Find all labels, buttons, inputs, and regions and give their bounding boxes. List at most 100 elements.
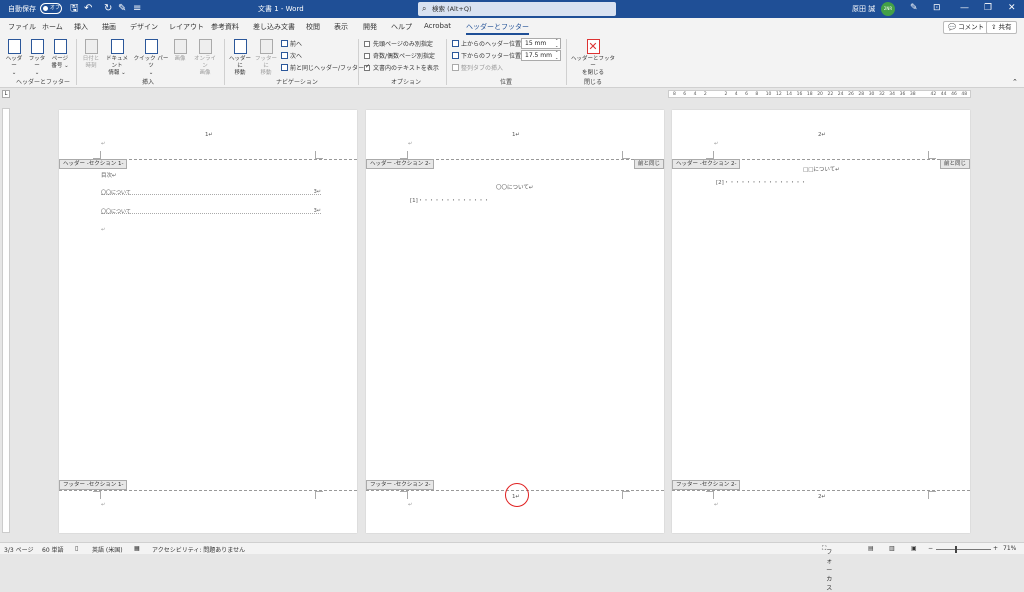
page-1[interactable]: ヘッダー -セクション 1- フッター -セクション 1- 1↵ ↵ ↵ 目次↵ 〇〇につい… [59, 110, 357, 533]
close-header-footer-button[interactable]: ✕ ヘッダーとフッター を閉じる [570, 39, 616, 77]
insert-align-tab-button[interactable]: 整列タブの挿入 [452, 63, 503, 72]
tab-header-footer[interactable]: ヘッダーとフッター [466, 22, 529, 35]
section-heading[interactable]: □□について↵ [803, 165, 840, 173]
quick-parts-button[interactable]: クイック パーツ ⌄ [132, 39, 170, 77]
page-3[interactable]: ヘッダー -セクション 2- フッター -セクション 2- 前と同じ 2↵ ↵ 2↵ ↵ □□… [672, 110, 970, 533]
footer-page-number[interactable]: 2↵ [818, 494, 826, 500]
focus-button[interactable]: ⛶ フォーカス [822, 545, 832, 592]
macro-icon[interactable]: ▦ [134, 545, 140, 552]
ruler-tick: 8 [673, 92, 676, 97]
read-mode-icon[interactable]: ▤ [868, 545, 874, 552]
link-previous-icon [281, 64, 288, 71]
customize-icon[interactable]: ≡ [133, 2, 141, 15]
tab-draw[interactable]: 描画 [102, 22, 116, 32]
link-previous-button[interactable]: 前と同じヘッダー/フッター [281, 63, 364, 72]
body-item[interactable]: [1]・・・・・・・・・・・・・ [410, 196, 489, 204]
web-layout-icon[interactable]: ▣ [911, 545, 917, 552]
tab-design[interactable]: デザイン [130, 22, 158, 32]
footer-button[interactable]: フッター ⌄ [27, 39, 47, 77]
redo-icon[interactable]: ↻ [104, 2, 112, 15]
toc-entry[interactable]: 〇〇について 3↵ [101, 189, 321, 196]
zoom-out-icon[interactable]: − [928, 545, 933, 552]
show-text-option[interactable]: 文書内のテキストを表示 [364, 63, 439, 72]
zoom-level[interactable]: 71% [1003, 545, 1016, 552]
header-button[interactable]: ヘッダー ⌄ [4, 39, 24, 77]
header-icon [7, 39, 21, 54]
tab-file[interactable]: ファイル [8, 22, 36, 32]
date-time-button[interactable]: 日付と 時刻 [80, 39, 102, 70]
section-heading[interactable]: 〇〇について↵ [496, 183, 533, 191]
odd-even-option[interactable]: 奇数/偶数ページ別指定 [364, 51, 435, 60]
tab-help[interactable]: ヘルプ [391, 22, 412, 32]
first-page-option[interactable]: 先頭ページのみ別指定 [364, 39, 433, 48]
tab-mailings[interactable]: 差し込み文書 [253, 22, 295, 32]
vertical-ruler[interactable] [2, 108, 10, 533]
ribbon-display-icon[interactable]: ⊡ [933, 2, 941, 15]
autosave-toggle[interactable]: オフ [40, 3, 62, 14]
footer-position-input[interactable]: 17.5 mm [521, 50, 561, 61]
comment-button[interactable]: 💬 コメント [943, 21, 990, 34]
pen-draw-icon[interactable]: ✎ [910, 2, 918, 15]
tab-developer[interactable]: 開発 [363, 22, 377, 32]
next-button[interactable]: 次へ [281, 51, 302, 60]
close-x-icon: ✕ [586, 39, 600, 54]
proofing-icon[interactable]: ▯ [75, 545, 78, 552]
accessibility-status[interactable]: アクセシビリティ: 問題ありません [152, 545, 245, 554]
show-text-checkbox[interactable] [364, 63, 370, 71]
page-count[interactable]: 3/3 ページ [4, 545, 33, 554]
tab-home[interactable]: ホーム [42, 22, 63, 32]
zoom-slider[interactable] [936, 549, 991, 550]
zoom-slider-thumb[interactable] [955, 546, 957, 553]
zoom-in-icon[interactable]: + [993, 545, 998, 552]
undo-icon[interactable]: ↶ [84, 2, 92, 15]
previous-button[interactable]: 前へ [281, 39, 302, 48]
tab-layout[interactable]: レイアウト [169, 22, 204, 32]
tab-view[interactable]: 表示 [334, 22, 348, 32]
page-2[interactable]: ヘッダー -セクション 2- フッター -セクション 2- 前と同じ 1↵ ↵ 1↵ ↵ 〇〇… [366, 110, 664, 533]
online-picture-button[interactable]: オンライン 画像 [192, 39, 218, 77]
header-position-input[interactable]: 15 mm [521, 38, 561, 49]
first-page-checkbox[interactable] [364, 41, 370, 47]
header-section-tag[interactable]: ヘッダー -セクション 2- [672, 159, 741, 169]
header-page-number[interactable]: 1↵ [512, 132, 520, 138]
align-tab-icon [452, 64, 459, 71]
ruler-bar: L 8 6 4 2 2 4 6 8 10 12 14 16 18 20 22 24 26 28 30 32 34 36 38… [0, 89, 1024, 99]
odd-even-checkbox[interactable] [364, 53, 370, 59]
goto-header-button[interactable]: ヘッダーに 移動 [228, 39, 252, 77]
horizontal-ruler[interactable]: 8 6 4 2 2 4 6 8 10 12 14 16 18 20 22 24 26 28 30 32 34 36 38 42… [668, 90, 971, 98]
paragraph-mark: ↵ [714, 502, 719, 508]
goto-footer-button[interactable]: フッターに 移動 [254, 39, 278, 77]
minimize-icon[interactable]: — [960, 2, 969, 15]
footer-section-tag[interactable]: フッター -セクション 2- [672, 480, 741, 490]
toc-entry[interactable]: 〇〇について 3↵ [101, 208, 321, 215]
print-layout-icon[interactable]: ▥ [889, 545, 895, 552]
save-icon[interactable]: 🖫 [70, 2, 79, 15]
search-box[interactable]: ⌕ 検索 (Alt+Q) [418, 2, 616, 16]
online-picture-icon [198, 39, 212, 54]
header-section-tag[interactable]: ヘッダー -セクション 2- [366, 159, 435, 169]
avatar[interactable]: 2NR [881, 2, 895, 16]
tab-references[interactable]: 参考資料 [211, 22, 239, 32]
toc-title[interactable]: 目次↵ [101, 171, 117, 179]
restore-icon[interactable]: ❐ [984, 2, 992, 15]
header-page-number[interactable]: 2↵ [818, 132, 826, 138]
header-page-number[interactable]: 1↵ [205, 132, 213, 138]
close-icon[interactable]: ✕ [1008, 2, 1016, 15]
page-number-button[interactable]: ページ 番号 ⌄ [50, 39, 70, 70]
picture-label: 画像 [174, 56, 186, 62]
tab-selector[interactable]: L [2, 90, 10, 98]
word-count[interactable]: 60 単語 [42, 545, 64, 554]
footer-section-tag[interactable]: フッター -セクション 1- [59, 480, 128, 490]
language[interactable]: 英語 (米国) [92, 545, 123, 554]
share-button[interactable]: ⇪ 共有 [986, 21, 1017, 34]
doc-info-button[interactable]: ドキュメント 情報 ⌄ [104, 39, 130, 77]
footer-section-tag[interactable]: フッター -セクション 2- [366, 480, 435, 490]
body-item[interactable]: [2]・・・・・・・・・・・・・・・ [716, 178, 806, 186]
picture-button[interactable]: 画像 [172, 39, 188, 63]
tab-review[interactable]: 校閲 [306, 22, 320, 32]
tab-insert[interactable]: 挿入 [74, 22, 88, 32]
tab-acrobat[interactable]: Acrobat [424, 22, 451, 30]
collapse-ribbon-icon[interactable]: ⌃ [1012, 78, 1018, 86]
header-section-tag[interactable]: ヘッダー -セクション 1- [59, 159, 128, 169]
pen-icon[interactable]: ✎ [118, 2, 126, 15]
